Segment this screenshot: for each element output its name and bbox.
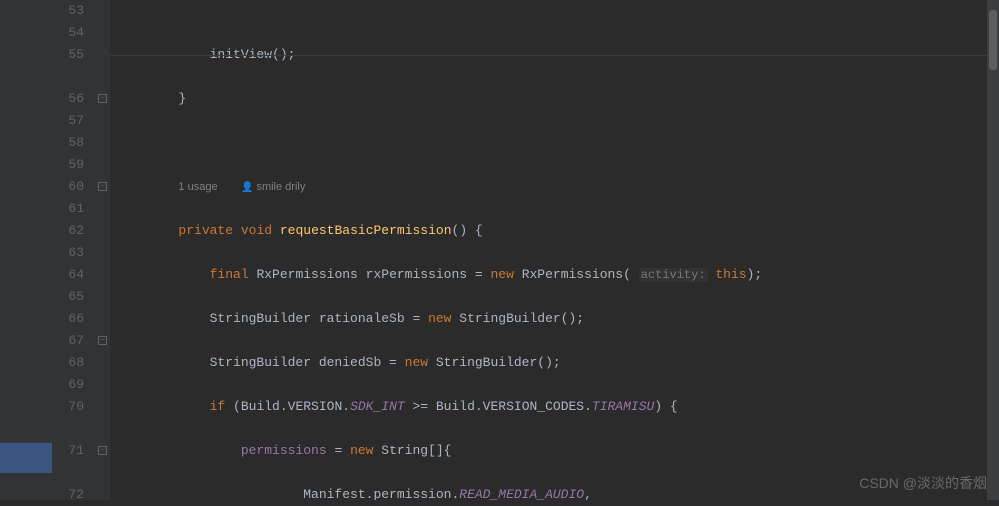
inlay-spacer bbox=[52, 418, 84, 440]
left-margin bbox=[0, 0, 52, 500]
inlay-spacer bbox=[52, 462, 84, 484]
code-text: ) { bbox=[654, 399, 677, 414]
code-text: StringBuilder(); bbox=[451, 311, 584, 326]
author-hint[interactable]: smile drily bbox=[256, 181, 305, 193]
keyword-void: void bbox=[241, 223, 272, 238]
code-text: RxPermissions rxPermissions = bbox=[249, 267, 491, 282]
code-editor: 53 54 55 56 57 58 59 60 61 62 63 64 65 6… bbox=[0, 0, 999, 500]
scrollbar-thumb[interactable] bbox=[989, 10, 997, 70]
line-number: 60 bbox=[52, 176, 84, 198]
code-line[interactable]: StringBuilder rationaleSb = new StringBu… bbox=[116, 308, 987, 330]
line-number: 67 bbox=[52, 330, 84, 352]
code-line[interactable]: Manifest.permission.READ_MEDIA_AUDIO, bbox=[116, 484, 987, 500]
code-line[interactable]: StringBuilder deniedSb = new StringBuild… bbox=[116, 352, 987, 374]
inlay-hint-line[interactable]: 1 usage 👤smile drily bbox=[116, 176, 987, 198]
code-text: >= Build.VERSION_CODES. bbox=[405, 399, 592, 414]
code-line[interactable] bbox=[116, 132, 987, 154]
code-line[interactable]: } bbox=[116, 88, 987, 110]
instance-field: permissions bbox=[241, 443, 327, 458]
line-number: 61 bbox=[52, 198, 84, 220]
line-number: 55 bbox=[52, 44, 84, 66]
line-number: 58 bbox=[52, 132, 84, 154]
code-text: String[]{ bbox=[373, 443, 451, 458]
fold-toggle-icon[interactable]: − bbox=[98, 446, 107, 455]
line-number-gutter: 53 54 55 56 57 58 59 60 61 62 63 64 65 6… bbox=[52, 0, 96, 500]
fold-toggle-icon[interactable]: − bbox=[98, 94, 107, 103]
line-number: 53 bbox=[52, 0, 84, 22]
code-text: (Build.VERSION. bbox=[225, 399, 350, 414]
code-line[interactable]: final RxPermissions rxPermissions = new … bbox=[116, 264, 987, 286]
line-number: 71 bbox=[52, 440, 84, 462]
keyword-new: new bbox=[490, 267, 513, 282]
static-field: TIRAMISU bbox=[592, 399, 654, 414]
keyword-private: private bbox=[178, 223, 233, 238]
line-number: 64 bbox=[52, 264, 84, 286]
line-number: 56 bbox=[52, 88, 84, 110]
fold-gutter: − − − − bbox=[96, 0, 110, 500]
gutter-highlight bbox=[0, 443, 52, 473]
code-text: Manifest.permission. bbox=[116, 487, 459, 500]
keyword-if: if bbox=[210, 399, 226, 414]
code-text: ); bbox=[747, 267, 763, 282]
fold-toggle-icon[interactable]: − bbox=[98, 182, 107, 191]
author-icon: 👤 bbox=[241, 178, 253, 200]
code-text: = bbox=[327, 443, 350, 458]
method-separator bbox=[110, 55, 987, 56]
code-text: StringBuilder deniedSb = bbox=[116, 355, 405, 370]
fold-toggle-icon[interactable]: − bbox=[98, 336, 107, 345]
param-hint: activity: bbox=[639, 268, 708, 282]
line-number: 72 bbox=[52, 484, 84, 506]
code-text: , bbox=[584, 487, 592, 500]
code-text: RxPermissions( bbox=[514, 267, 639, 282]
code-line[interactable]: permissions = new String[]{ bbox=[116, 440, 987, 462]
line-number: 62 bbox=[52, 220, 84, 242]
code-text: StringBuilder(); bbox=[428, 355, 561, 370]
static-field: READ_MEDIA_AUDIO bbox=[459, 487, 584, 500]
code-text: () { bbox=[452, 223, 483, 238]
line-number: 59 bbox=[52, 154, 84, 176]
keyword-final: final bbox=[210, 267, 249, 282]
keyword-this: this bbox=[715, 267, 746, 282]
line-number: 69 bbox=[52, 374, 84, 396]
keyword-new: new bbox=[428, 311, 451, 326]
line-number: 57 bbox=[52, 110, 84, 132]
keyword-new: new bbox=[350, 443, 373, 458]
line-number: 68 bbox=[52, 352, 84, 374]
line-number: 66 bbox=[52, 308, 84, 330]
line-number: 70 bbox=[52, 396, 84, 418]
code-line[interactable]: if (Build.VERSION.SDK_INT >= Build.VERSI… bbox=[116, 396, 987, 418]
line-number: 63 bbox=[52, 242, 84, 264]
code-line[interactable]: private void requestBasicPermission() { bbox=[116, 220, 987, 242]
line-number: 54 bbox=[52, 22, 84, 44]
inlay-spacer bbox=[52, 66, 84, 88]
code-area[interactable]: initView(); } 1 usage 👤smile drily priva… bbox=[110, 0, 987, 500]
static-field: SDK_INT bbox=[350, 399, 405, 414]
usages-hint[interactable]: 1 usage bbox=[178, 181, 217, 193]
line-number: 65 bbox=[52, 286, 84, 308]
method-name: requestBasicPermission bbox=[280, 223, 452, 238]
keyword-new: new bbox=[405, 355, 428, 370]
code-text: StringBuilder rationaleSb = bbox=[116, 311, 428, 326]
vertical-scrollbar[interactable] bbox=[987, 0, 999, 500]
